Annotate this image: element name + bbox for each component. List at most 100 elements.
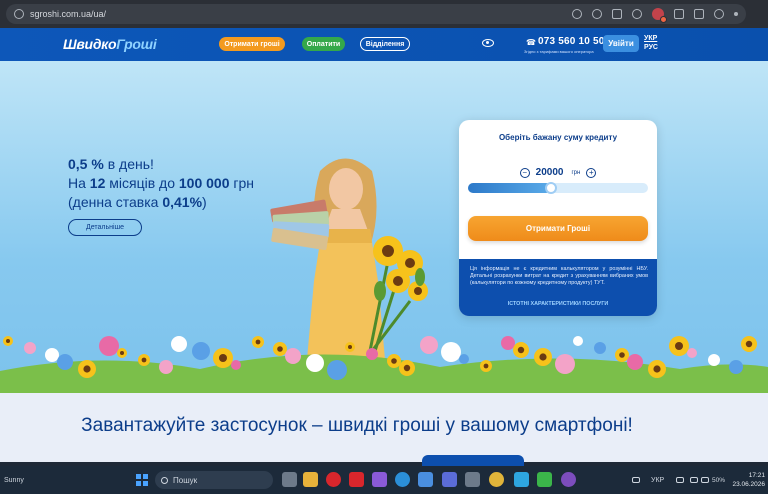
volume-icon[interactable]	[690, 477, 698, 483]
more-details-button[interactable]: Детальніше	[68, 219, 142, 236]
flower-petal	[57, 354, 73, 370]
clock[interactable]: 17:21 23.06.2026	[729, 471, 765, 489]
flower-center	[348, 345, 352, 349]
eye-icon[interactable]	[482, 39, 494, 47]
badge-icon	[660, 16, 667, 23]
windows-start-icon[interactable]	[136, 474, 148, 486]
flower-center	[141, 357, 147, 363]
flower-petal	[285, 348, 301, 364]
flower-petal	[171, 336, 187, 352]
flower-petal	[441, 342, 461, 362]
get-money-card-button[interactable]: Отримати Гроші	[468, 216, 648, 241]
zoom-icon[interactable]	[572, 9, 582, 19]
flower-petal	[627, 354, 643, 370]
get-money-button[interactable]: Отримати гроші	[219, 37, 285, 51]
weather-widget[interactable]: Sunny	[4, 477, 24, 484]
flower-center	[403, 364, 411, 372]
flower-center	[120, 351, 124, 355]
windows-taskbar: Sunny Пошук УКР 50% 17:21 23.06.2026	[0, 466, 768, 494]
viber-icon[interactable]	[561, 472, 576, 487]
minus-icon[interactable]: −	[519, 167, 530, 178]
lang-ru-link[interactable]: РУС	[644, 44, 658, 51]
flower-petal	[573, 336, 583, 346]
menu-icon[interactable]	[734, 12, 738, 16]
flower-field-illustration	[0, 336, 768, 393]
cloud-icon[interactable]	[632, 477, 640, 483]
sidebar-icon[interactable]	[694, 9, 704, 19]
eye-slash-icon[interactable]	[592, 9, 602, 19]
search-icon	[161, 476, 168, 484]
app-unknown-icon[interactable]	[465, 472, 480, 487]
flower-petal	[24, 342, 36, 354]
battery-icon[interactable]	[701, 477, 709, 483]
flower-petal	[306, 354, 324, 372]
teams-icon[interactable]	[442, 472, 457, 487]
login-button[interactable]: Увійти	[603, 35, 639, 52]
flower-center	[277, 346, 283, 352]
logo[interactable]: ШвидкоГроші	[63, 36, 157, 52]
calculator-title: Оберіть бажану суму кредиту	[498, 133, 618, 142]
address-bar[interactable]: sgroshi.com.ua/ua/	[6, 4, 746, 24]
hero-line-rate: 0,5 % в день!	[68, 156, 154, 172]
lang-uk-link[interactable]: УКР	[644, 35, 657, 42]
flower-petal	[420, 336, 438, 354]
flower-petal	[327, 360, 347, 380]
copilot-icon[interactable]	[372, 472, 387, 487]
pay-button[interactable]: Оплатити	[302, 37, 345, 51]
slider-fill	[468, 183, 551, 193]
app-green-icon[interactable]	[537, 472, 552, 487]
amount-row: − 20000 грн +	[459, 167, 657, 178]
flower-petal	[159, 360, 173, 374]
flower-center	[517, 346, 525, 354]
profile-icon[interactable]	[714, 9, 724, 19]
app-l-icon[interactable]	[349, 472, 364, 487]
flower-petal	[501, 336, 515, 350]
telegram-icon[interactable]	[514, 472, 529, 487]
plus-icon[interactable]: +	[586, 167, 597, 178]
amount-slider[interactable]	[468, 182, 648, 194]
extensions-icon[interactable]	[674, 9, 684, 19]
wifi-icon[interactable]	[676, 477, 684, 483]
input-language[interactable]: УКР	[651, 477, 664, 484]
opera-icon[interactable]	[326, 472, 341, 487]
flower-petal	[192, 342, 210, 360]
calculator-footer: Ця інформація не є кредитним калькулятор…	[459, 259, 657, 316]
service-characteristics-link[interactable]: ІСТОТНІ ХАРАКТЕРИСТИКИ ПОСЛУГИ	[459, 301, 657, 307]
flower-petal	[708, 354, 720, 366]
flower-center	[539, 353, 547, 361]
flower-center	[83, 365, 91, 373]
phone-icon: ☎	[526, 38, 536, 47]
star-icon[interactable]	[632, 9, 642, 19]
flower-center	[219, 354, 227, 362]
flower-petal	[366, 348, 378, 360]
edge-icon[interactable]	[395, 472, 410, 487]
phone-note: Згідно з тарифами вашого оператора	[524, 49, 594, 54]
site-info-icon[interactable]	[14, 9, 24, 19]
branches-button[interactable]: Відділення	[360, 37, 410, 51]
slider-handle[interactable]	[544, 182, 557, 194]
chrome-icon[interactable]	[489, 472, 504, 487]
store-icon[interactable]	[418, 472, 433, 487]
flower-petal	[687, 348, 697, 358]
hero-line-daily-rate: (денна ставка 0,41%)	[68, 194, 207, 210]
flower-center	[255, 339, 261, 345]
flower-petal	[459, 354, 469, 364]
file-explorer-icon[interactable]	[303, 472, 318, 487]
phone-number[interactable]: 073 560 10 50	[538, 36, 605, 47]
url-text[interactable]: sgroshi.com.ua/ua/	[30, 9, 106, 19]
translate-icon[interactable]	[612, 9, 622, 19]
credit-calculator-card: Оберіть бажану суму кредиту − 20000 грн …	[459, 120, 657, 316]
taskbar-search[interactable]: Пошук	[155, 471, 273, 489]
flower-center	[619, 352, 625, 358]
flower-center	[653, 365, 661, 373]
extension-avatar-icon[interactable]	[652, 8, 667, 23]
browser-toolbar: sgroshi.com.ua/ua/	[0, 0, 768, 28]
flower-petal	[231, 360, 241, 370]
flower-petal	[729, 360, 743, 374]
search-placeholder: Пошук	[173, 475, 198, 485]
battery-percent: 50%	[712, 477, 726, 484]
task-view-icon[interactable]	[282, 472, 297, 487]
flower-center	[675, 342, 683, 350]
amount-value: 20000	[535, 167, 564, 178]
amount-unit: грн	[571, 169, 581, 176]
